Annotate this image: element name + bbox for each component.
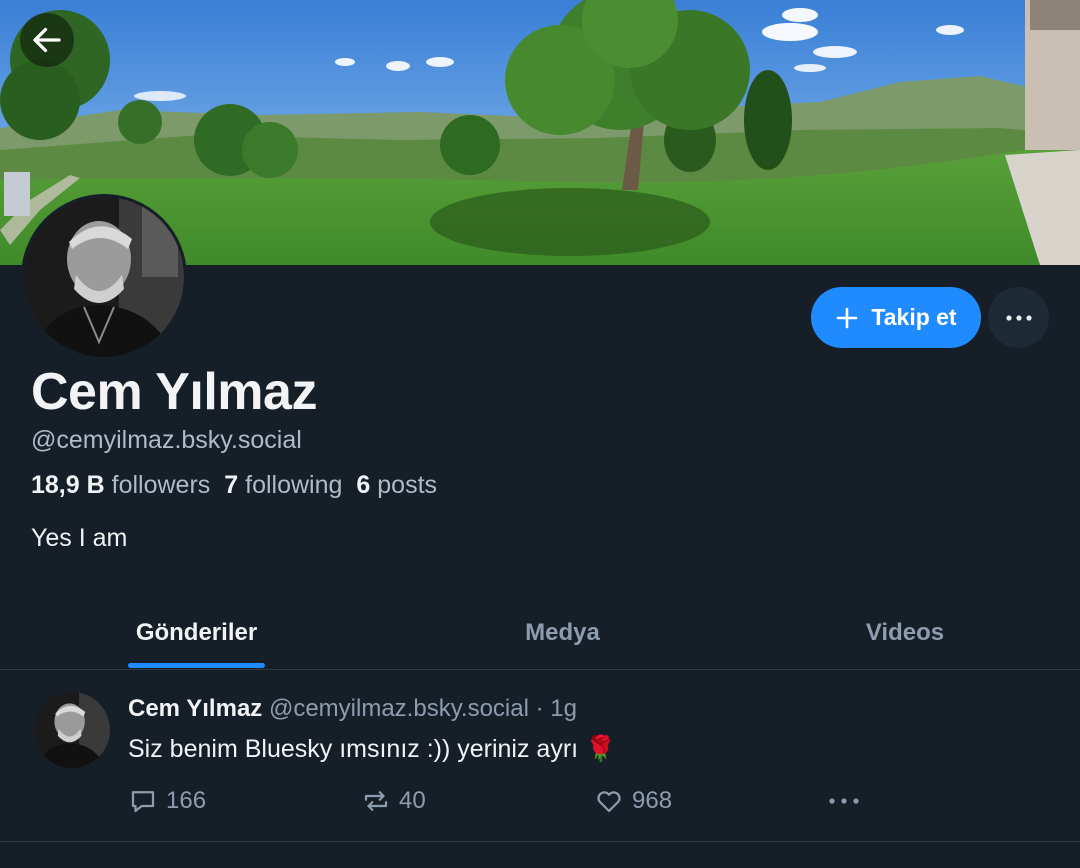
profile-handle: @cemyilmaz.bsky.social	[31, 426, 302, 454]
followers-label: followers	[111, 471, 211, 499]
following-count: 7	[224, 471, 239, 499]
profile-stats: 18,9 B followers 7 following 6 posts	[31, 471, 437, 500]
reply-button[interactable]: 166	[128, 785, 206, 817]
followers-count: 18,9 B	[31, 471, 105, 499]
more-icon	[829, 798, 859, 804]
like-count: 968	[632, 787, 673, 814]
reply-count: 166	[166, 787, 207, 814]
profile-display-name: Cem Yılmaz	[31, 363, 317, 421]
follow-button-label: Takip et	[871, 304, 957, 330]
post-meta: @cemyilmaz.bsky.social · 1g	[268, 695, 577, 722]
repost-count: 40	[399, 787, 426, 814]
tab-media[interactable]: Medya	[505, 596, 620, 670]
post-avatar-image	[34, 692, 110, 768]
plus-icon	[837, 307, 858, 328]
reply-icon	[131, 791, 155, 813]
active-tab-indicator	[128, 663, 265, 668]
like-icon	[597, 791, 621, 813]
posts-stat: 6 posts	[356, 471, 437, 500]
post-author-avatar[interactable]	[34, 692, 110, 768]
repost-icon	[364, 791, 388, 811]
tab-videos[interactable]: Videos	[850, 596, 960, 670]
profile-bio: Yes I am	[31, 524, 128, 552]
post-more-button[interactable]	[828, 785, 860, 817]
profile-avatar[interactable]	[21, 194, 187, 360]
avatar-image	[24, 197, 184, 357]
post-author-name[interactable]: Cem Yılmaz	[128, 695, 262, 722]
posts-label: posts	[377, 471, 438, 499]
follow-button[interactable]: Takip et	[811, 287, 981, 348]
repost-button[interactable]: 40	[361, 785, 426, 817]
like-button[interactable]: 968	[594, 785, 672, 817]
profile-tabs: Gönderiler Medya Videos	[0, 596, 1080, 670]
back-button[interactable]	[20, 13, 74, 67]
following-label: following	[245, 471, 343, 499]
posts-count: 6	[356, 471, 371, 499]
back-arrow-icon	[33, 27, 61, 53]
next-post-edge	[0, 843, 1080, 868]
tab-posts[interactable]: Gönderiler	[128, 596, 265, 670]
post-text: Siz benim Bluesky ımsınız :)) yeriniz ay…	[128, 735, 617, 763]
more-icon	[1005, 314, 1032, 321]
post-header: Cem Yılmaz @cemyilmaz.bsky.social · 1g	[128, 695, 577, 723]
profile-more-button[interactable]	[988, 287, 1049, 348]
feed-post[interactable]: Cem Yılmaz @cemyilmaz.bsky.social · 1g S…	[0, 671, 1080, 842]
following-link[interactable]: 7 following	[224, 471, 342, 500]
followers-link[interactable]: 18,9 B followers	[31, 471, 210, 500]
